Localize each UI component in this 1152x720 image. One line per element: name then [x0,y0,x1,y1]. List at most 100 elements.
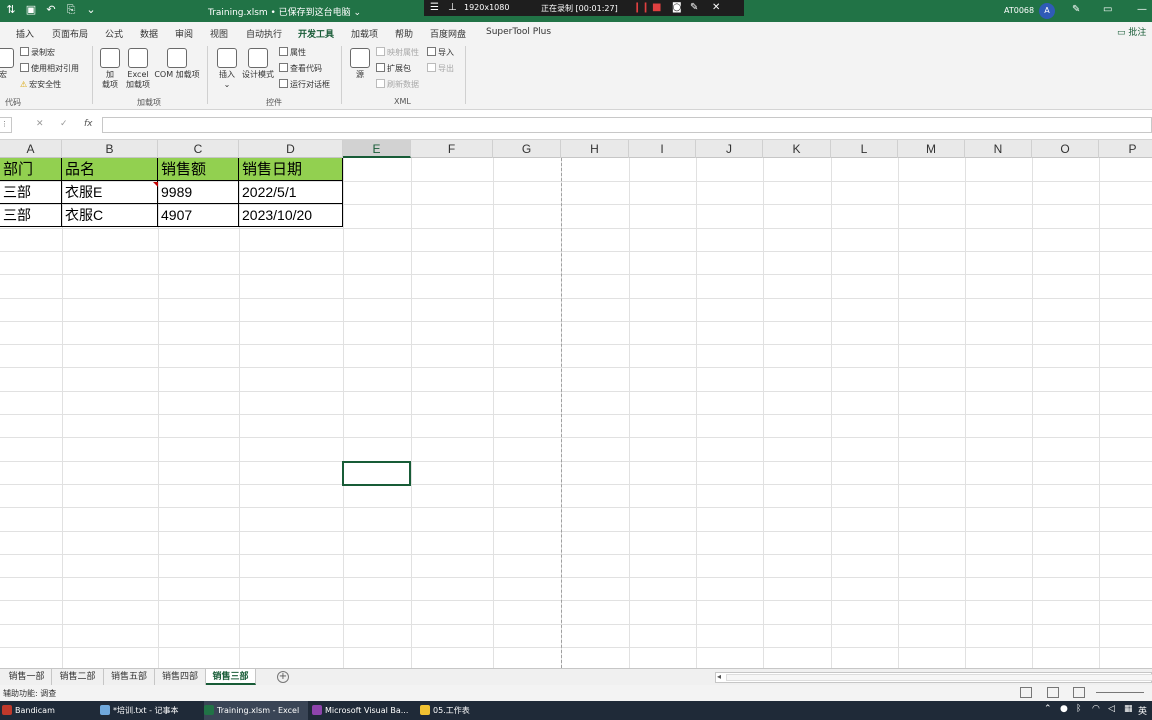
column-header-g[interactable]: G [493,140,561,158]
autosave-icon[interactable]: ⇅ [4,3,18,17]
table-cell[interactable]: 三部 [0,181,62,204]
column-header-a[interactable]: A [0,140,62,158]
tab-data[interactable]: 数据 [140,27,158,40]
properties-button[interactable]: 属性 [279,47,306,58]
run-dialog-button[interactable]: 运行对话框 [279,79,330,90]
table-cell[interactable]: 衣服E [62,181,158,204]
task-excel[interactable]: Training.xlsm - Excel [204,701,308,720]
normal-view-icon[interactable] [1020,687,1032,698]
pin-icon[interactable]: ⊥ [448,2,457,13]
cancel-icon[interactable]: ✕ [36,119,44,129]
table-cell[interactable]: 衣服C [62,204,158,227]
keyboard-icon[interactable]: ▦ [1124,704,1133,714]
scroll-left-icon[interactable]: ◂ [717,672,721,681]
tab-help[interactable]: 帮助 [395,27,413,40]
column-header-m[interactable]: M [898,140,965,158]
network-icon[interactable]: ◠ [1092,704,1100,714]
column-header-l[interactable]: L [831,140,898,158]
tab-review[interactable]: 审阅 [175,27,193,40]
tab-supertool[interactable]: SuperTool Plus [486,27,551,37]
volume-icon[interactable]: ◁ [1108,704,1115,714]
task-folder[interactable]: 05.工作表 [420,701,510,720]
tab-automate[interactable]: 自动执行 [246,27,282,40]
column-header-d[interactable]: D [239,140,343,158]
task-bandicam[interactable]: Bandicam [2,701,92,720]
map-properties-button[interactable]: 映射属性 [376,47,419,58]
relative-reference-button[interactable]: 使用相对引用 [20,63,79,74]
column-header-c[interactable]: C [158,140,239,158]
tab-developer[interactable]: 开发工具 [298,27,335,44]
xml-source-button[interactable]: 源 [349,48,371,80]
view-code-button[interactable]: 查看代码 [279,63,322,74]
table-header-cell[interactable]: 销售日期 [239,158,343,181]
tab-page-layout[interactable]: 页面布局 [52,27,88,40]
export-button[interactable]: 导出 [427,63,454,74]
design-mode-button[interactable]: 设计模式 [240,48,276,80]
column-header-b[interactable]: B [62,140,158,158]
pause-icon[interactable]: ❙❙ [633,2,650,13]
page-break-view-icon[interactable] [1073,687,1085,698]
avatar[interactable]: A [1039,3,1055,19]
tab-formulas[interactable]: 公式 [105,27,123,40]
column-header-h[interactable]: H [561,140,629,158]
camera-icon[interactable]: ◙ [672,2,682,13]
name-box[interactable]: ⋮ [0,117,12,133]
column-header-p[interactable]: P [1099,140,1152,158]
comments-button[interactable]: ▭ 批注 [1117,25,1146,38]
pen-icon[interactable]: ✎ [1072,4,1080,15]
menu-icon[interactable]: ☰ [430,2,439,13]
column-header-e[interactable]: E [343,140,411,158]
table-header-cell[interactable]: 品名 [62,158,158,181]
refresh-data-button[interactable]: 刷新数据 [376,79,419,90]
chevron-up-icon[interactable]: ⌃ [1044,704,1052,714]
undo-icon[interactable]: ↶ [44,3,58,17]
customize-qat-icon[interactable]: ⌄ [84,3,98,17]
worksheet-grid[interactable]: 部门 品名 销售额 销售日期 三部 衣服E 9989 2022/5/1 三部 衣… [0,158,1152,668]
tab-view[interactable]: 视图 [210,27,228,40]
bluetooth-icon[interactable]: ᛒ [1076,704,1081,714]
import-button[interactable]: 导入 [427,47,454,58]
sheet-tab-sales-1[interactable]: 销售一部 [2,669,52,685]
task-vba-editor[interactable]: Microsoft Visual Ba... [312,701,416,720]
expansion-packs-button[interactable]: 扩展包 [376,63,411,74]
column-header-n[interactable]: N [965,140,1032,158]
table-cell[interactable]: 4907 [158,204,239,227]
table-header-cell[interactable]: 部门 [0,158,62,181]
ime-indicator[interactable]: 英 [1138,704,1147,717]
active-cell-selection[interactable] [342,461,411,486]
table-header-cell[interactable]: 销售额 [158,158,239,181]
enter-icon[interactable]: ✓ [60,119,68,129]
redo-icon[interactable]: ⎘ [64,3,78,17]
column-header-o[interactable]: O [1032,140,1099,158]
document-title[interactable]: Training.xlsm • 已保存到这台电脑 ⌄ [208,5,361,18]
column-header-j[interactable]: J [696,140,763,158]
addins-button[interactable]: 加载项 [99,48,121,90]
horizontal-scrollbar[interactable]: ◂ [715,672,1152,683]
formula-input[interactable] [102,117,1152,133]
tab-baidu-netdisk[interactable]: 百度网盘 [430,27,466,40]
insert-control-button[interactable]: 插入 ⌄ [215,48,239,90]
zoom-slider[interactable] [1096,692,1144,693]
tab-addins[interactable]: 加载项 [351,27,378,40]
table-cell[interactable]: 2023/10/20 [239,204,343,227]
sheet-tab-sales-3[interactable]: 销售三部 [206,669,256,685]
macros-button[interactable]: 宏 [0,48,14,80]
ribbon-display-icon[interactable]: ▭ [1103,4,1112,15]
column-header-i[interactable]: I [629,140,696,158]
tab-insert[interactable]: 插入 [16,27,34,40]
com-addins-button[interactable]: COM 加载项 [153,48,201,80]
close-recorder-icon[interactable]: ✕ [712,2,720,13]
accessibility-status[interactable]: 辅助功能: 调查 [3,688,56,699]
table-cell[interactable]: 三部 [0,204,62,227]
microphone-icon[interactable]: ● [1060,704,1068,714]
sheet-tab-sales-2[interactable]: 销售二部 [52,669,104,685]
save-icon[interactable]: ▣ [24,3,38,17]
column-header-f[interactable]: F [411,140,493,158]
macro-security-button[interactable]: ⚠ 宏安全性 [20,79,61,90]
insert-function-icon[interactable]: fx [84,119,93,129]
record-macro-button[interactable]: 录制宏 [20,47,55,58]
excel-addins-button[interactable]: Excel 加载项 [124,48,152,90]
table-cell[interactable]: 9989 [158,181,239,204]
table-cell[interactable]: 2022/5/1 [239,181,343,204]
column-header-k[interactable]: K [763,140,831,158]
